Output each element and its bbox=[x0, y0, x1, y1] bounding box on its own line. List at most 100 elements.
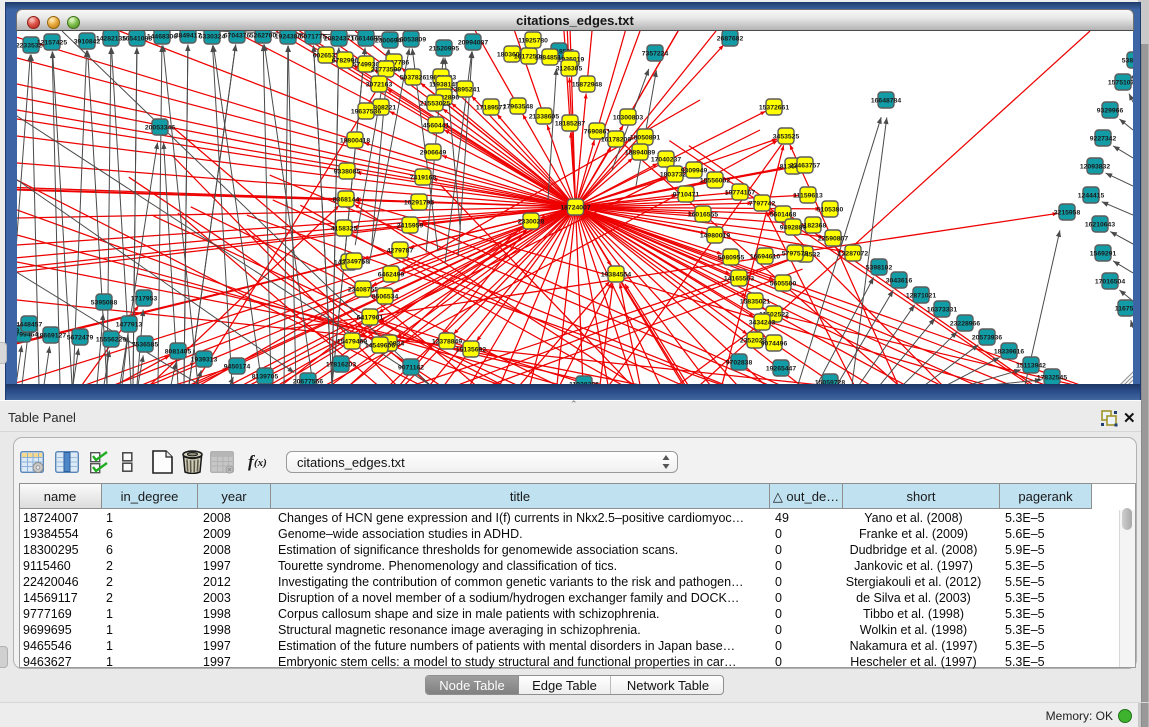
svg-text:19265447: 19265447 bbox=[766, 366, 796, 373]
svg-text:12871021: 12871021 bbox=[906, 293, 936, 300]
svg-text:16178206: 16178206 bbox=[601, 137, 631, 144]
svg-text:9074496: 9074496 bbox=[761, 341, 788, 348]
svg-text:20994087: 20994087 bbox=[458, 40, 488, 47]
svg-text:9227342: 9227342 bbox=[1090, 136, 1117, 143]
svg-text:20053346: 20053346 bbox=[145, 125, 175, 132]
svg-text:21553025: 21553025 bbox=[420, 101, 450, 108]
svg-text:15113942: 15113942 bbox=[1016, 363, 1046, 370]
svg-text:19774167: 19774167 bbox=[725, 190, 755, 197]
svg-text:3849417: 3849417 bbox=[175, 33, 202, 40]
svg-text:17016504: 17016504 bbox=[1095, 279, 1125, 286]
svg-text:21338605: 21338605 bbox=[529, 114, 559, 121]
svg-text:7419168: 7419168 bbox=[410, 175, 437, 182]
svg-text:9309949: 9309949 bbox=[681, 168, 708, 175]
svg-text:11925780: 11925780 bbox=[518, 38, 548, 45]
svg-text:6071775: 6071775 bbox=[300, 34, 327, 41]
svg-text:21773590: 21773590 bbox=[371, 67, 401, 74]
svg-text:5605500: 5605500 bbox=[770, 281, 797, 288]
svg-text:23895241: 23895241 bbox=[450, 87, 480, 94]
svg-text:18724007: 18724007 bbox=[560, 205, 590, 212]
svg-text:5395088: 5395088 bbox=[91, 300, 118, 307]
svg-text:18556002: 18556002 bbox=[700, 178, 730, 185]
svg-text:1924386: 1924386 bbox=[275, 34, 302, 41]
svg-text:(x): (x) bbox=[254, 457, 267, 469]
svg-text:1569291: 1569291 bbox=[1090, 251, 1117, 258]
svg-text:6462499: 6462499 bbox=[378, 272, 405, 279]
svg-text:9338085: 9338085 bbox=[334, 169, 361, 176]
svg-text:2330028: 2330028 bbox=[518, 219, 545, 226]
svg-text:5262700: 5262700 bbox=[250, 33, 277, 40]
svg-text:116753: 116753 bbox=[1115, 306, 1133, 313]
svg-text:15479469: 15479469 bbox=[337, 339, 367, 346]
svg-text:9492889: 9492889 bbox=[780, 225, 807, 232]
svg-text:3043616: 3043616 bbox=[886, 278, 913, 285]
svg-text:3072163: 3072163 bbox=[366, 82, 393, 89]
svg-text:20824371: 20824371 bbox=[324, 36, 354, 43]
svg-text:9710471: 9710471 bbox=[673, 192, 700, 199]
svg-text:10300803: 10300803 bbox=[613, 115, 643, 122]
svg-text:15372661: 15372661 bbox=[759, 105, 789, 112]
svg-text:17040237: 17040237 bbox=[651, 157, 681, 164]
svg-text:17832545: 17832545 bbox=[1037, 375, 1067, 382]
svg-text:5601468: 5601468 bbox=[770, 212, 797, 219]
svg-text:15059728: 15059728 bbox=[815, 380, 845, 385]
svg-text:16648784: 16648784 bbox=[871, 98, 901, 105]
svg-text:5672479: 5672479 bbox=[67, 335, 94, 342]
svg-text:5105380: 5105380 bbox=[817, 207, 844, 214]
svg-text:16016555: 16016555 bbox=[688, 212, 718, 219]
svg-text:15556229: 15556229 bbox=[96, 337, 126, 344]
svg-text:5387686: 5387686 bbox=[1122, 58, 1133, 65]
svg-text:12093832: 12093832 bbox=[1080, 164, 1110, 171]
svg-text:18339616: 18339616 bbox=[994, 349, 1024, 356]
svg-text:23228966: 23228966 bbox=[950, 321, 980, 328]
svg-text:13287072: 13287072 bbox=[838, 251, 868, 258]
svg-text:8368144: 8368144 bbox=[333, 197, 360, 204]
svg-text:3453525: 3453525 bbox=[773, 134, 800, 141]
svg-text:12378849: 12378849 bbox=[432, 339, 462, 346]
svg-text:17189577: 17189577 bbox=[476, 105, 506, 112]
svg-text:3434243: 3434243 bbox=[749, 320, 776, 327]
svg-text:11159613: 11159613 bbox=[793, 193, 823, 200]
svg-text:17963548: 17963548 bbox=[503, 104, 533, 111]
svg-text:14980019: 14980019 bbox=[700, 233, 730, 240]
svg-text:4279787: 4279787 bbox=[387, 248, 414, 255]
svg-text:5797579: 5797579 bbox=[782, 251, 809, 258]
svg-text:22590867: 22590867 bbox=[818, 236, 848, 243]
svg-text:1477913: 1477913 bbox=[116, 322, 143, 329]
svg-text:4158325: 4158325 bbox=[331, 226, 358, 233]
svg-text:2415959: 2415959 bbox=[397, 223, 424, 230]
svg-text:17349758: 17349758 bbox=[339, 259, 369, 266]
svg-text:10291795: 10291795 bbox=[404, 200, 434, 207]
svg-text:4448457: 4448457 bbox=[17, 322, 42, 329]
svg-text:3215958: 3215958 bbox=[1054, 210, 1081, 217]
svg-text:5080955: 5080955 bbox=[718, 255, 745, 262]
svg-text:15835021: 15835021 bbox=[740, 299, 770, 306]
svg-text:7357224: 7357224 bbox=[642, 51, 669, 58]
svg-text:16694610: 16694610 bbox=[750, 254, 780, 261]
svg-text:6417901: 6417901 bbox=[357, 315, 384, 322]
svg-text:23463757: 23463757 bbox=[790, 163, 820, 170]
svg-text:15872948: 15872948 bbox=[572, 82, 602, 89]
svg-text:1939313: 1939313 bbox=[191, 357, 218, 364]
svg-text:11938386: 11938386 bbox=[569, 382, 599, 385]
svg-text:2687682: 2687682 bbox=[717, 36, 744, 43]
svg-text:6330324: 6330324 bbox=[199, 34, 226, 41]
svg-text:16373331: 16373331 bbox=[927, 307, 957, 314]
svg-text:18185287: 18185287 bbox=[555, 121, 585, 128]
svg-text:15751074: 15751074 bbox=[1108, 80, 1133, 87]
svg-text:18050891: 18050891 bbox=[630, 135, 660, 142]
svg-text:17816203: 17816203 bbox=[326, 362, 356, 369]
svg-text:12157425: 12157425 bbox=[37, 40, 67, 47]
svg-text:8081405: 8081405 bbox=[165, 349, 192, 356]
svg-text:8139705: 8139705 bbox=[252, 374, 279, 381]
svg-text:9702838: 9702838 bbox=[726, 360, 753, 367]
svg-text:20573936: 20573936 bbox=[972, 335, 1002, 342]
svg-text:10830329: 10830329 bbox=[17, 328, 19, 335]
svg-text:2906649: 2906649 bbox=[420, 150, 447, 157]
svg-text:15135692: 15135692 bbox=[456, 347, 486, 354]
svg-text:23408755: 23408755 bbox=[348, 287, 378, 294]
svg-text:7797742: 7797742 bbox=[749, 201, 776, 208]
svg-text:3126305: 3126305 bbox=[556, 66, 583, 73]
svg-text:9450174: 9450174 bbox=[224, 364, 251, 371]
svg-text:5037826: 5037826 bbox=[400, 75, 427, 82]
